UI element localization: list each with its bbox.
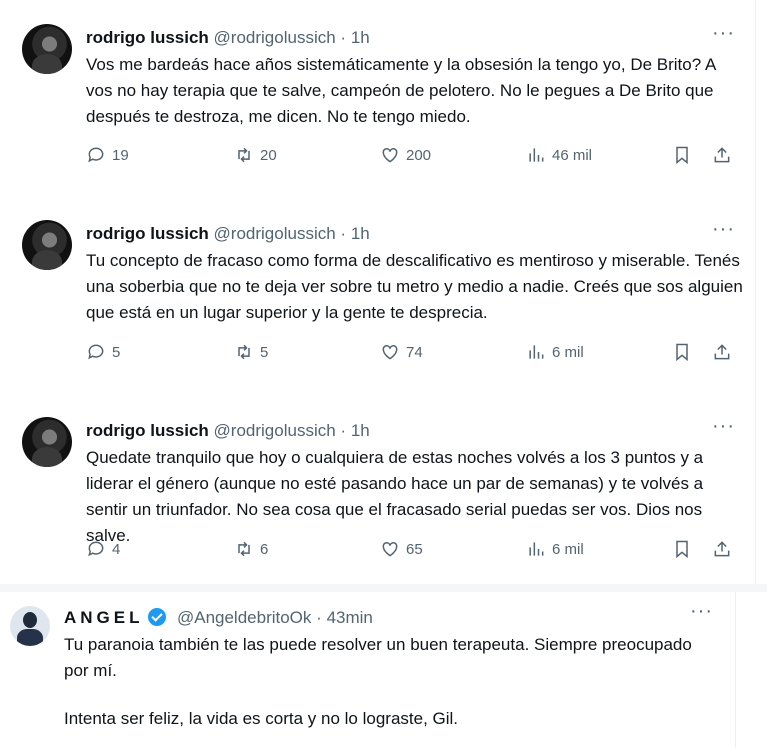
retweet-count: 5 bbox=[260, 343, 269, 361]
tweet[interactable]: rodrigo lussich @rodrigolussich · 1h ···… bbox=[0, 196, 756, 392]
views-icon bbox=[529, 542, 544, 556]
views-button[interactable]: 6 mil bbox=[526, 342, 584, 362]
author-handle[interactable]: @AngeldebritoOk bbox=[177, 608, 311, 627]
reply-button[interactable]: 19 bbox=[86, 145, 129, 165]
views-button[interactable]: 6 mil bbox=[526, 539, 584, 559]
section-divider bbox=[0, 584, 767, 592]
reply-button[interactable]: 4 bbox=[86, 539, 120, 559]
author-handle[interactable]: @rodrigolussich bbox=[214, 224, 336, 243]
views-icon bbox=[529, 345, 544, 359]
retweet-button[interactable]: 6 bbox=[234, 539, 268, 559]
more-options-icon[interactable]: ··· bbox=[712, 22, 735, 45]
views-count: 6 mil bbox=[552, 343, 584, 361]
retweet-count: 20 bbox=[260, 146, 277, 164]
more-options-icon[interactable]: ··· bbox=[712, 415, 735, 438]
like-icon bbox=[382, 147, 398, 163]
verified-badge-icon bbox=[148, 608, 167, 626]
like-button[interactable]: 200 bbox=[380, 145, 431, 165]
like-button[interactable]: 65 bbox=[380, 539, 423, 559]
tweet-actions: 5 5 74 6 mil bbox=[86, 342, 746, 364]
bookmark-icon bbox=[676, 540, 688, 559]
views-icon bbox=[529, 148, 544, 162]
views-button[interactable]: 46 mil bbox=[526, 145, 592, 165]
reply-count: 19 bbox=[112, 146, 129, 164]
share-button[interactable] bbox=[712, 342, 732, 362]
tweet-header: rodrigo lussich @rodrigolussich · 1h bbox=[86, 421, 370, 441]
reply-tweet[interactable]: ANGEL @AngeldebritoOk · 43min ··· Tu par… bbox=[0, 592, 736, 748]
tweet-text: Vos me bardeás hace años sistemáticament… bbox=[86, 55, 716, 126]
separator-dot: · bbox=[340, 421, 347, 440]
author-name[interactable]: rodrigo lussich bbox=[86, 224, 209, 243]
reply-count: 4 bbox=[112, 540, 121, 558]
retweet-icon bbox=[238, 541, 250, 557]
tweet-thread: rodrigo lussich @rodrigolussich · 1h ···… bbox=[0, 0, 756, 586]
bookmark-icon bbox=[676, 343, 688, 362]
share-button[interactable] bbox=[712, 539, 732, 559]
tweet[interactable]: rodrigo lussich @rodrigolussich · 1h ···… bbox=[0, 393, 756, 583]
tweet-time[interactable]: 1h bbox=[351, 421, 370, 440]
tweet-time[interactable]: 1h bbox=[351, 224, 370, 243]
bookmark-icon bbox=[676, 146, 688, 165]
views-count: 46 mil bbox=[552, 146, 593, 164]
separator-dot: · bbox=[340, 28, 347, 47]
retweet-button[interactable]: 5 bbox=[234, 342, 268, 362]
reply-count: 5 bbox=[112, 343, 121, 361]
share-icon bbox=[714, 147, 730, 163]
author-name[interactable]: ANGEL bbox=[64, 608, 144, 627]
author-name[interactable]: rodrigo lussich bbox=[86, 421, 209, 440]
author-handle[interactable]: @rodrigolussich bbox=[214, 421, 336, 440]
share-icon bbox=[714, 541, 730, 557]
avatar[interactable] bbox=[22, 417, 72, 467]
share-button[interactable] bbox=[712, 145, 732, 165]
tweet-text: Intenta ser feliz, la vida es corta y no… bbox=[64, 709, 459, 728]
tweet-actions: 19 20 200 46 mil bbox=[86, 145, 746, 167]
retweet-icon bbox=[238, 344, 250, 360]
tweet-time[interactable]: 1h bbox=[351, 28, 370, 47]
share-icon bbox=[714, 344, 730, 360]
like-icon bbox=[382, 344, 398, 360]
avatar[interactable] bbox=[10, 606, 50, 646]
tweet-header: rodrigo lussich @rodrigolussich · 1h bbox=[86, 224, 370, 244]
more-options-icon[interactable]: ··· bbox=[690, 600, 713, 623]
tweet-header: ANGEL @AngeldebritoOk · 43min bbox=[64, 608, 373, 628]
bookmark-button[interactable] bbox=[672, 539, 692, 559]
reply-icon bbox=[88, 147, 104, 163]
more-options-icon[interactable]: ··· bbox=[712, 218, 735, 241]
avatar[interactable] bbox=[22, 24, 72, 74]
tweet-text: Quedate tranquilo que hoy o cualquiera d… bbox=[86, 448, 704, 545]
reply-icon bbox=[88, 344, 104, 360]
retweet-icon bbox=[238, 147, 250, 163]
tweet-header: rodrigo lussich @rodrigolussich · 1h bbox=[86, 28, 370, 48]
like-count: 74 bbox=[406, 343, 423, 361]
like-count: 200 bbox=[406, 146, 432, 164]
tweet[interactable]: rodrigo lussich @rodrigolussich · 1h ···… bbox=[0, 0, 756, 196]
separator-dot: · bbox=[316, 608, 322, 627]
like-count: 65 bbox=[406, 540, 423, 558]
avatar[interactable] bbox=[22, 220, 72, 270]
bookmark-button[interactable] bbox=[672, 342, 692, 362]
retweet-button[interactable]: 20 bbox=[234, 145, 277, 165]
tweet-text: Tu paranoia también te las puede resolve… bbox=[64, 635, 692, 680]
like-button[interactable]: 74 bbox=[380, 342, 423, 362]
tweet-actions: 4 6 65 6 mil bbox=[86, 539, 746, 561]
like-icon bbox=[382, 541, 398, 557]
bookmark-button[interactable] bbox=[672, 145, 692, 165]
reply-button[interactable]: 5 bbox=[86, 342, 120, 362]
tweet-time[interactable]: 43min bbox=[327, 608, 373, 627]
author-handle[interactable]: @rodrigolussich bbox=[214, 28, 336, 47]
author-name[interactable]: rodrigo lussich bbox=[86, 28, 209, 47]
tweet-text: Tu concepto de fracaso como forma de des… bbox=[86, 251, 743, 322]
separator-dot: · bbox=[340, 224, 347, 243]
views-count: 6 mil bbox=[552, 540, 584, 558]
retweet-count: 6 bbox=[260, 540, 269, 558]
reply-icon bbox=[88, 541, 104, 557]
